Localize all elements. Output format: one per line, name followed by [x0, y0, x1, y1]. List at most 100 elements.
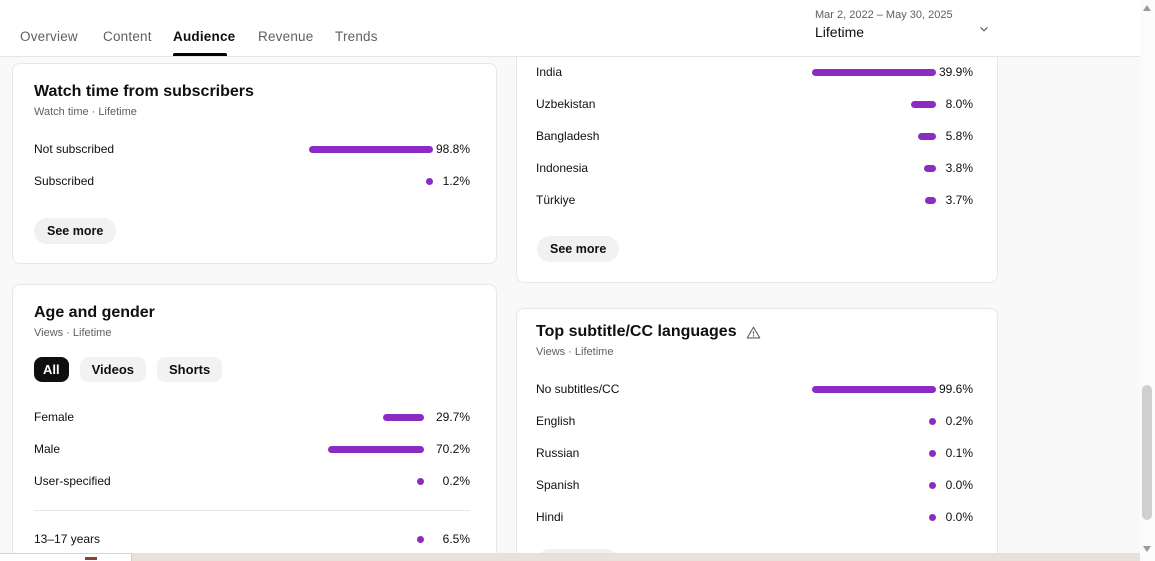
content-type-filter: All Videos Shorts	[34, 357, 222, 382]
stat-value: 6.5%	[424, 532, 470, 546]
subtitle-rows: No subtitles/CC 99.6% English 0.2% Russi…	[536, 373, 973, 533]
stat-bar-area	[812, 197, 936, 204]
stat-value: 5.8%	[936, 129, 973, 143]
stat-bar	[426, 178, 433, 185]
stat-bar-area	[309, 178, 433, 185]
vertical-scrollbar-thumb[interactable]	[1142, 385, 1152, 520]
chevron-down-icon	[977, 22, 991, 36]
card-title-text: Watch time from subscribers	[34, 83, 254, 101]
stat-bar-area	[328, 478, 424, 485]
tab-revenue[interactable]: Revenue	[258, 29, 313, 44]
stat-row: Subscribed 1.2%	[34, 165, 470, 197]
scroll-up-arrow-icon[interactable]	[1143, 5, 1151, 11]
stat-row: 13–17 years 6.5%	[34, 523, 470, 555]
watch-time-from-subscribers-card: Watch time from subscribers Watch time ·…	[12, 63, 497, 264]
card-title-text: Age and gender	[34, 304, 155, 322]
stat-bar	[812, 69, 936, 76]
stat-row: No subtitles/CC 99.6%	[536, 373, 973, 405]
card-title-text: Top subtitle/CC languages	[536, 323, 737, 341]
stat-value: 1.2%	[433, 174, 470, 188]
stat-label: 13–17 years	[34, 532, 328, 546]
stat-bar	[924, 165, 936, 172]
stat-bar	[929, 418, 936, 425]
stat-label: No subtitles/CC	[536, 382, 812, 396]
vertical-scrollbar[interactable]	[1140, 0, 1155, 561]
card-subtitle: Views · Lifetime	[34, 327, 111, 339]
geography-rows: India 39.9% Uzbekistan 8.0% Bangladesh 5…	[536, 56, 973, 216]
watch-time-see-more-button[interactable]: See more	[34, 218, 116, 244]
filter-chip-all[interactable]: All	[34, 357, 69, 382]
stat-value: 39.9%	[936, 65, 973, 79]
warning-icon	[746, 325, 761, 340]
stat-bar	[929, 450, 936, 457]
date-range-picker[interactable]: Mar 2, 2022 – May 30, 2025 Lifetime	[815, 9, 953, 40]
tab-audience[interactable]: Audience	[173, 29, 235, 44]
stat-label: User-specified	[34, 474, 328, 488]
stat-bar	[929, 482, 936, 489]
stat-row: Indonesia 3.8%	[536, 152, 973, 184]
filter-chip-videos[interactable]: Videos	[80, 357, 146, 382]
stat-row: India 39.9%	[536, 56, 973, 88]
stat-bar	[925, 197, 936, 204]
stat-bar-area	[328, 414, 424, 421]
stat-bar-area	[812, 418, 936, 425]
section-divider	[34, 510, 470, 511]
stat-bar-area	[812, 450, 936, 457]
tab-trends[interactable]: Trends	[335, 29, 378, 44]
stat-bar	[918, 133, 936, 140]
stat-bar-area	[812, 386, 936, 393]
stat-value: 29.7%	[424, 410, 470, 424]
stat-row: Russian 0.1%	[536, 437, 973, 469]
stat-bar	[328, 446, 424, 453]
stat-label: Male	[34, 442, 328, 456]
stat-bar	[417, 536, 424, 543]
date-range-text: Mar 2, 2022 – May 30, 2025	[815, 9, 953, 21]
filter-chip-shorts[interactable]: Shorts	[157, 357, 222, 382]
top-subtitle-cc-languages-card: Top subtitle/CC languages Views · Lifeti…	[516, 308, 998, 561]
card-subtitle: Views · Lifetime	[536, 346, 613, 358]
active-tab-underline	[173, 53, 227, 56]
stat-bar-area	[812, 482, 936, 489]
stat-label: Not subscribed	[34, 142, 309, 156]
horizontal-scrollbar[interactable]	[132, 553, 1140, 561]
stat-value: 3.7%	[936, 193, 973, 207]
analytics-tab-bar: Overview Content Audience Revenue Trends…	[0, 0, 1155, 57]
card-title: Age and gender	[34, 304, 155, 322]
stat-label: India	[536, 65, 812, 79]
age-and-gender-card: Age and gender Views · Lifetime All Vide…	[12, 284, 497, 561]
stat-value: 0.2%	[424, 474, 470, 488]
tab-content[interactable]: Content	[103, 29, 152, 44]
stat-label: Türkiye	[536, 193, 812, 207]
stat-row: Uzbekistan 8.0%	[536, 88, 973, 120]
stat-bar-area	[812, 133, 936, 140]
stat-bar-area	[812, 165, 936, 172]
stat-bar	[911, 101, 936, 108]
stat-bar-area	[328, 446, 424, 453]
stat-value: 0.2%	[936, 414, 973, 428]
stat-value: 98.8%	[433, 142, 470, 156]
stat-label: Female	[34, 410, 328, 424]
stat-bar-area	[812, 514, 936, 521]
stat-bar-area	[309, 146, 433, 153]
scroll-down-arrow-icon[interactable]	[1143, 546, 1151, 552]
stat-value: 0.1%	[936, 446, 973, 460]
top-geographies-card: India 39.9% Uzbekistan 8.0% Bangladesh 5…	[516, 39, 998, 283]
partial-content-marker	[85, 557, 97, 560]
stat-bar-area	[812, 69, 936, 76]
stat-value: 0.0%	[936, 510, 973, 524]
stat-row: Hindi 0.0%	[536, 501, 973, 533]
stat-row: Not subscribed 98.8%	[34, 133, 470, 165]
stat-bar-area	[812, 101, 936, 108]
bottom-left-partial-panel	[0, 553, 132, 561]
stat-bar-area	[328, 536, 424, 543]
stat-row: Bangladesh 5.8%	[536, 120, 973, 152]
tab-overview[interactable]: Overview	[20, 29, 78, 44]
geography-see-more-button[interactable]: See more	[537, 236, 619, 262]
date-period-text: Lifetime	[815, 24, 953, 40]
stat-bar	[383, 414, 424, 421]
stat-label: Hindi	[536, 510, 812, 524]
stat-row: Spanish 0.0%	[536, 469, 973, 501]
stat-bar	[812, 386, 936, 393]
stat-row: Male 70.2%	[34, 433, 470, 465]
stat-label: Uzbekistan	[536, 97, 812, 111]
